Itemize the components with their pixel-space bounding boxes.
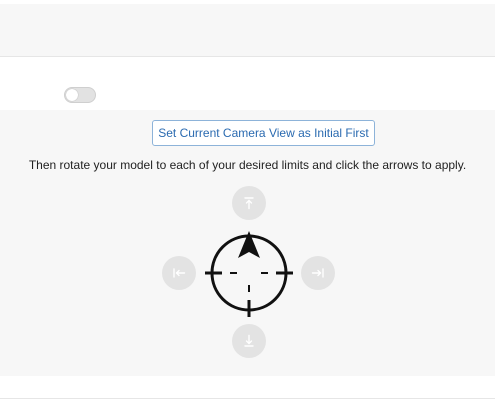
limit-down-button[interactable] xyxy=(232,324,266,358)
bottom-section xyxy=(0,376,495,400)
set-initial-camera-view-button[interactable]: Set Current Camera View as Initial First xyxy=(152,120,375,146)
limit-left-button[interactable] xyxy=(162,256,196,290)
toggle-row xyxy=(0,57,495,110)
camera-limits-instruction: Then rotate your model to each of your d… xyxy=(28,158,467,172)
arrow-up-to-line-icon xyxy=(244,197,254,210)
arrow-right-to-line-icon xyxy=(311,268,324,278)
camera-limits-panel: Set Current Camera View as Initial First… xyxy=(0,110,495,376)
section-divider xyxy=(0,398,495,399)
limit-right-button[interactable] xyxy=(301,256,335,290)
compass-crosshair-icon xyxy=(205,231,293,317)
limit-up-button[interactable] xyxy=(232,186,266,220)
top-section xyxy=(0,0,495,56)
enable-limits-toggle[interactable] xyxy=(64,87,96,103)
arrow-down-to-line-icon xyxy=(244,334,254,347)
toggle-knob xyxy=(66,89,78,101)
arrow-left-to-line-icon xyxy=(173,268,186,278)
